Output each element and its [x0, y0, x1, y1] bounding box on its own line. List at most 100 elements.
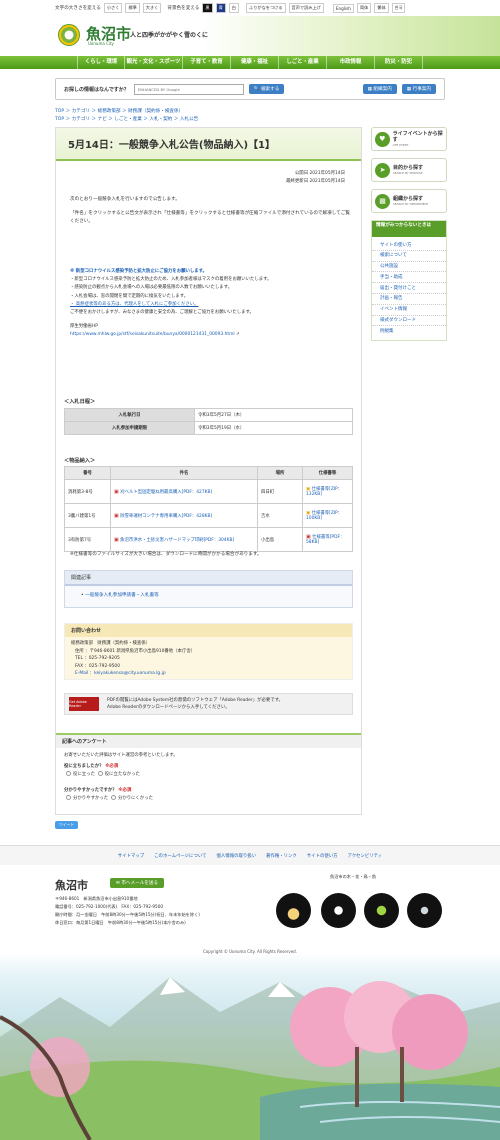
col-header: 仕様書等 [302, 466, 353, 480]
utility-bar: 文字の大きさを変える 小さく 標準 大きく 背景色を変える 黒 青 白 ふりがな… [0, 0, 500, 16]
intro-instructions: 「件名」をクリックすると公告文が表示され「仕様書等」をクリックすると仕様書等が圧… [70, 211, 350, 224]
life-event-button[interactable]: ♥ ライフイベントから探す LIFE EVENT [371, 127, 447, 151]
required-badge: ※必須 [105, 764, 119, 769]
survey-radio[interactable] [66, 795, 71, 800]
font-normal-button[interactable]: 標準 [125, 3, 140, 13]
city-symbols-label: 魚沼市の木・花・鳥・魚 [330, 874, 377, 879]
survey-heading: 記事へのアンケート [56, 733, 361, 748]
table-row: 入札執行日 令和3年5月27日（木） [64, 408, 353, 422]
table-row: 3農バ建第1号 ▣ 除雪車運材コンテナ専用車購入[PDF：428KB] 吉水 ▣… [64, 503, 353, 528]
spec-link[interactable]: 仕様書等[ZIP：132KB] [306, 487, 342, 497]
help-link[interactable]: イベント情報 [372, 305, 446, 316]
lang-simplified[interactable]: 简体 [356, 3, 372, 13]
org-guide-label: 組織案内 [373, 87, 392, 92]
help-link[interactable]: 届出・貸付けこと [372, 283, 446, 294]
table-row: 入札参加申請期限 令和3年5月19日（水） [64, 421, 353, 435]
contact-dept: 総務政策部 財務課（契約係・検査係） [71, 641, 151, 646]
contact-email[interactable]: E-Mail ：keiyakukensa@city.uonuma.lg.jp [71, 670, 346, 678]
notice-line[interactable]: ・ 高熱症状等のある方は、代理人をして入札にご参加ください。 [70, 301, 350, 309]
survey-question: 分かりやすかったですか？ [64, 788, 117, 793]
item-title-link[interactable]: 魚沼市洪水・土砂災害ハザードマップ印刷[PDF：304KB] [120, 538, 234, 543]
pdf-icon: ▣ [114, 512, 119, 519]
lang-traditional[interactable]: 繁体 [374, 3, 389, 13]
search-input[interactable]: ENHANCED BY Google [133, 83, 244, 95]
gnav-living[interactable]: くらし・環境 [77, 56, 125, 69]
survey-radio[interactable] [110, 795, 116, 800]
lang-korean[interactable]: 한국 [391, 3, 406, 13]
side-btn-sub: LIFE EVENT [392, 143, 409, 147]
help-link[interactable]: 検索について [372, 251, 446, 262]
gnav-tourism[interactable]: 観光・文化・スポーツ [125, 56, 183, 69]
item-number: 3農バ建第1号 [64, 503, 111, 528]
footer-link-copyright[interactable]: 著作権・リンク [266, 853, 297, 859]
schedule-table: 入札執行日 令和3年5月27日（木） 入札参加申請期限 令和3年5月19日（水） [64, 408, 353, 435]
help-list: 情報がみつからないときは サイトの使い方 検索について 公共施設 手当・助成 届… [371, 220, 447, 342]
lang-english[interactable]: English [332, 3, 354, 13]
breadcrumb[interactable]: TOP ＞ カテゴリ ＞ 総務政策部 ＞ 財務課（契約係・検査係） [55, 108, 183, 114]
survey: 記事へのアンケート お寄せいただいた評価はサイト運営の参考といたします。 役に立… [56, 733, 361, 815]
speech-button[interactable]: 音声で読み上げ [288, 3, 324, 13]
mhlw-link[interactable]: https://www.mhlw.go.jp/stf/seisakunitsui… [70, 332, 235, 337]
col-header: 件名 [110, 466, 258, 480]
tweet-button[interactable]: ツイート [55, 821, 79, 829]
adobe-reader-logo[interactable]: Get Adobe Reader [69, 697, 99, 711]
bg-blue-button[interactable]: 青 [215, 3, 226, 13]
font-small-button[interactable]: 小さく [103, 3, 123, 13]
updated-date: 最終更新日 2021年05月14日 [286, 179, 345, 184]
table-header-row: 番号 件名 場所 仕様書等 [64, 466, 353, 480]
help-link[interactable]: 例規集 [372, 326, 446, 337]
footer-city-name: 魚沼市 [55, 879, 88, 892]
furigana-button[interactable]: ふりがなをつける [246, 3, 286, 13]
department-button[interactable]: ▦ 組織から探す SEARCH BY DEPARTMENT [371, 189, 447, 213]
bg-white-button[interactable]: 白 [228, 3, 239, 13]
footer-link-privacy[interactable]: 個人情報の取り扱い [217, 853, 257, 859]
event-guide-button[interactable]: ▦ 行事案内 [401, 84, 436, 94]
gnav-health[interactable]: 健康・福祉 [231, 56, 279, 69]
spec-link[interactable]: 仕様書等[ZIP：100KB] [306, 511, 342, 521]
main-content: 5月14日：一般競争入札公告(物品納入)【1】 公開日 2021年05月14日 … [55, 127, 362, 815]
city-fish-icon [407, 893, 442, 928]
font-large-button[interactable]: 大きく [142, 3, 162, 13]
footer-link-sitemap[interactable]: サイトマップ [118, 853, 144, 859]
help-link[interactable]: 計画・報告 [372, 294, 446, 305]
schedule-label: 入札参加申請期限 [64, 421, 195, 435]
item-title-link[interactable]: 除雪車運材コンテナ専用車購入[PDF：428KB] [120, 514, 212, 519]
mail-city-button[interactable]: ✉ 市へメールを送る [110, 878, 165, 888]
notice-line: ・新型コロナウイルス感染予防と拡大防止のため、入札参加者様はマスクの着用をお願い… [70, 277, 272, 283]
item-title-link[interactable]: 刈ベルト型固定駆ね用最高購入[PDF：427KB] [120, 490, 212, 495]
related-heading: 関連記事 [65, 571, 352, 586]
survey-radio[interactable] [66, 771, 71, 776]
pdf-icon: ▣ [114, 488, 119, 495]
footer-holiday-line: 休日窓口：毎月第1日曜日 午前8時30分～午後5時15分(本庁舎のみ) [55, 920, 186, 925]
item-place: 四日町 [257, 479, 303, 504]
help-link[interactable]: 様式ダウンロード [372, 316, 446, 327]
adobe-text: Adobe Readerのダウンロードページから入手してください。 [107, 705, 230, 710]
landscape-illustration [0, 977, 500, 1140]
footer-link-about[interactable]: このホームページについて [154, 853, 206, 859]
org-guide-button[interactable]: ▦ 組織案内 [362, 84, 397, 94]
col-header: 番号 [64, 466, 111, 480]
survey-radio[interactable] [97, 771, 103, 776]
gnav-disaster[interactable]: 防災・防犯 [375, 56, 423, 69]
spec-link[interactable]: 仕様書等[PDF：58KB] [306, 535, 344, 545]
help-link[interactable]: サイトの使い方 [372, 240, 446, 251]
help-link[interactable]: 公共施設 [372, 262, 446, 273]
purpose-button[interactable]: ➤ 目的から探す SEARCH BY PURPOSE [371, 158, 447, 182]
purpose-icon: ➤ [375, 162, 390, 178]
related-link[interactable]: 一般競争入札参加申請書・入札書等 [85, 593, 159, 598]
adobe-reader-box: Get Adobe Reader PDFの閲覧にはAdobe System社の無… [64, 693, 353, 715]
gnav-industry[interactable]: しごと・産業 [279, 56, 327, 69]
notice-line: ・感染防止の観点から入札会場への入場は必要最低限の人数でお願いいたします。 [70, 285, 233, 291]
footer-link-howto[interactable]: サイトの使い方 [307, 853, 338, 859]
breadcrumb[interactable]: TOP ＞ カテゴリ ＞ ナビ ＞ しごと・産業 ＞ 入札・契約 ＞ 入札公告 [55, 116, 198, 122]
notice-line: ・入札会場は、窓の開閉を間で定期的に換気をいたします。 [70, 293, 189, 299]
bg-black-button[interactable]: 黒 [202, 3, 213, 13]
footer-link-accessibility[interactable]: アクセシビリティ [348, 853, 383, 859]
footer-address-line: 〒946-8601 新潟県魚沼市小出島910番地 [55, 896, 138, 901]
gnav-education[interactable]: 子育て・教育 [183, 56, 231, 69]
site-header: 魚沼市 Uonuma City 人と四季がかがやく雪のくに [0, 16, 500, 56]
city-emblem-icon[interactable] [58, 24, 80, 46]
search-button[interactable]: 🔍 検索する [248, 84, 285, 94]
help-link[interactable]: 手当・助成 [372, 272, 446, 284]
gnav-government[interactable]: 市政情報 [327, 56, 375, 69]
